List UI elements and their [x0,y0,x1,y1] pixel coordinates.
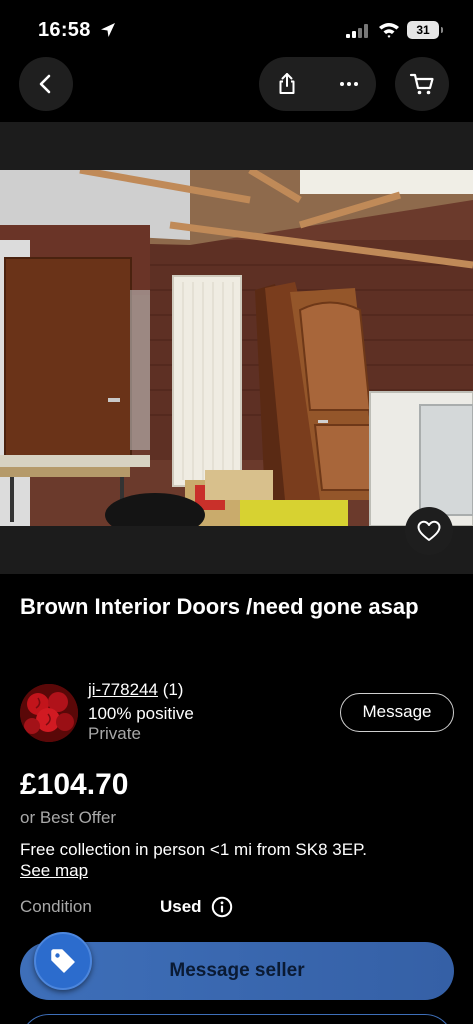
action-pill [259,57,376,111]
location-arrow-icon [101,23,115,37]
share-icon[interactable] [275,72,299,96]
seller-name[interactable]: ji-778244 (1) [88,680,183,700]
secondary-action-button[interactable] [20,1014,454,1024]
seller-username[interactable]: ji-778244 [88,680,158,699]
see-map-link[interactable]: See map [20,861,88,881]
condition-value: Used [160,897,202,916]
tag-icon [51,949,75,973]
rose-avatar-image [20,684,78,742]
back-icon [39,74,51,94]
condition-label: Condition [20,897,92,916]
message-button[interactable]: Message [340,693,454,732]
cart-button[interactable] [395,57,449,111]
image-gallery[interactable] [0,122,473,574]
favorite-button[interactable] [405,507,453,555]
status-bar: 16:58 31 [0,0,473,56]
info-icon[interactable] [211,896,233,918]
signal-icon [346,24,368,38]
collection-info: Free collection in person <1 mi from SK8… [20,840,367,859]
seller-positive: 100% positive [88,704,194,723]
offer-tag-button[interactable] [34,932,92,990]
seller-type: Private [88,724,141,743]
best-offer-label: or Best Offer [20,808,117,827]
more-icon[interactable] [337,72,361,96]
status-time: 16:58 [38,19,91,41]
listing-title: Brown Interior Doors /need gone asap [20,594,419,619]
heart-icon [417,520,441,541]
back-button[interactable] [19,57,73,111]
seller-avatar[interactable] [20,684,78,742]
listing-photo[interactable] [0,170,473,526]
wifi-icon [379,23,399,38]
cart-icon [409,73,434,95]
seller-feedback-count: (1) [162,680,184,699]
battery-indicator: 31 [407,21,443,39]
price: £104.70 [20,768,129,801]
